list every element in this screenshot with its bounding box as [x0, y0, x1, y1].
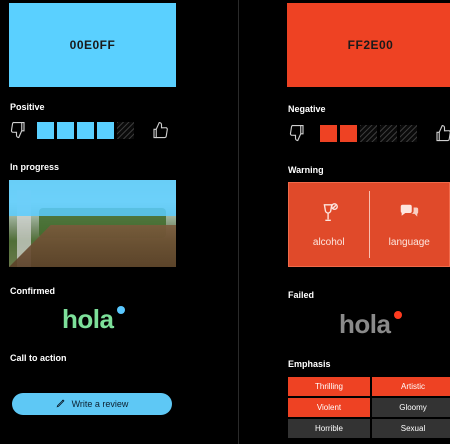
rating-box-2[interactable]	[340, 124, 357, 142]
warning-label: Warning	[288, 165, 324, 175]
warning-item-label: language	[388, 236, 430, 248]
chip-violent[interactable]: Violent	[288, 398, 370, 417]
swatch-hex: FF2E00	[347, 38, 394, 52]
warning-item-label: alcohol	[312, 236, 345, 248]
emphasis-label: Emphasis	[288, 359, 331, 369]
thumbs-down-icon[interactable]	[9, 121, 27, 139]
logo-dot	[117, 306, 126, 314]
rating-box-1[interactable]	[37, 121, 54, 139]
call-to-action-label: Call to action	[10, 353, 67, 363]
rating-box-3[interactable]	[360, 124, 377, 142]
negative-rating[interactable]	[288, 124, 450, 142]
chip-artistic[interactable]: Artistic	[372, 377, 450, 396]
rating-box-5[interactable]	[400, 124, 417, 142]
failed-label: Failed	[288, 290, 315, 300]
cyan-swatch: 00E0FF	[9, 3, 176, 87]
speech-bubble-icon	[398, 202, 420, 227]
progress-overlay	[9, 180, 176, 216]
rating-box-2[interactable]	[57, 121, 74, 139]
chip-horrible[interactable]: Horrible	[288, 419, 370, 438]
wine-glass-icon	[318, 202, 340, 227]
swatch-hex: 00E0FF	[69, 38, 116, 52]
logo-text: hola	[62, 304, 114, 334]
rating-box-5[interactable]	[117, 121, 134, 139]
warning-item-language: language	[370, 183, 450, 266]
thumbs-up-icon[interactable]	[151, 121, 169, 139]
positive-label: Positive	[10, 102, 45, 112]
red-swatch: FF2E00	[287, 3, 450, 87]
thumbs-up-icon[interactable]	[434, 124, 450, 142]
logo-dot	[394, 311, 403, 319]
rating-box-1[interactable]	[320, 124, 337, 142]
rating-box-4[interactable]	[97, 121, 114, 139]
hola-logo-confirmed: hola	[62, 304, 126, 335]
column-divider	[238, 0, 239, 444]
rating-box-3[interactable]	[77, 121, 94, 139]
in-progress-label: In progress	[10, 162, 60, 172]
chip-gloomy[interactable]: Gloomy	[372, 398, 450, 417]
progress-image-card	[9, 180, 176, 267]
warning-item-alcohol: alcohol	[289, 183, 369, 266]
hola-logo-failed: hola	[339, 309, 403, 340]
pencil-icon	[56, 398, 66, 410]
warning-card: alcohol language	[288, 182, 450, 267]
write-review-label: Write a review	[71, 399, 129, 409]
chip-sexual[interactable]: Sexual	[372, 419, 450, 438]
logo-text: hola	[339, 309, 391, 339]
negative-label: Negative	[288, 104, 326, 114]
rating-box-4[interactable]	[380, 124, 397, 142]
positive-rating[interactable]	[9, 121, 169, 139]
confirmed-label: Confirmed	[10, 286, 55, 296]
write-review-button[interactable]: Write a review	[12, 393, 172, 415]
thumbs-down-icon[interactable]	[288, 124, 306, 142]
emphasis-chip-grid: Thrilling Artistic Violent Gloomy Horrib…	[288, 377, 450, 438]
chip-thrilling[interactable]: Thrilling	[288, 377, 370, 396]
